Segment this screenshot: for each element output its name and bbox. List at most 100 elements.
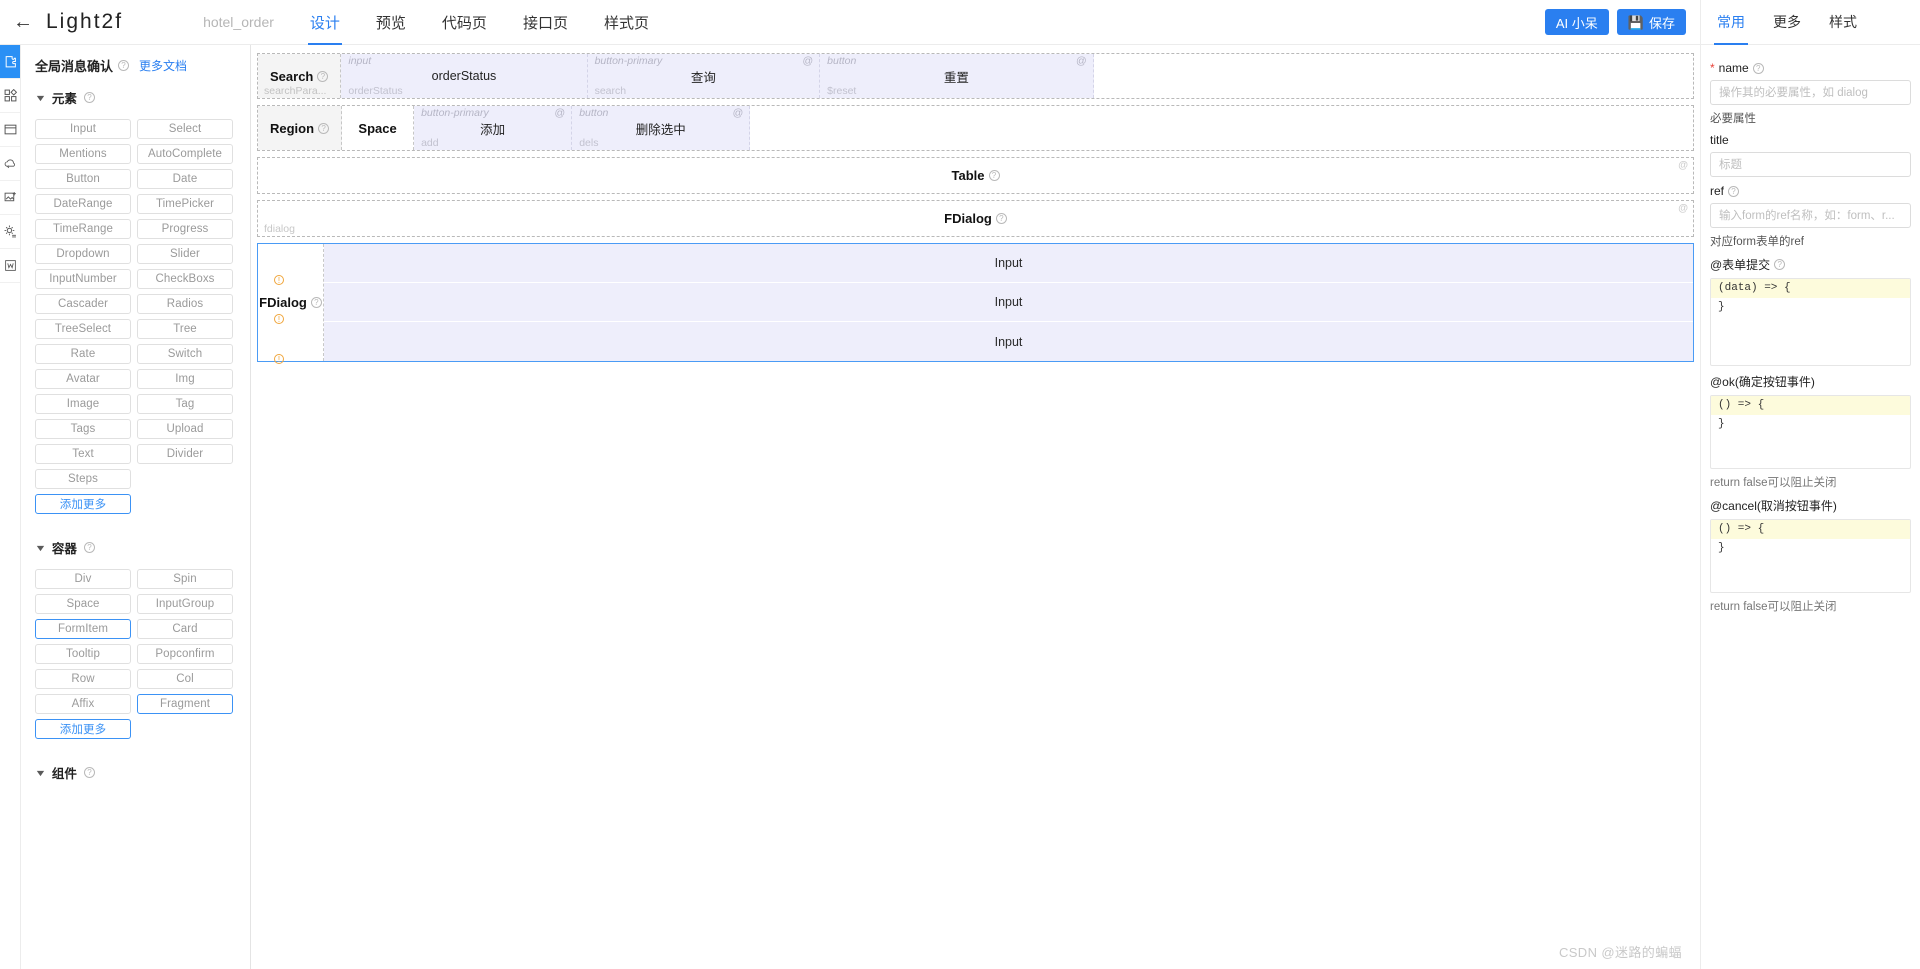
rail-item-word[interactable] <box>0 249 20 283</box>
rp-tab-common[interactable]: 常用 <box>1714 0 1748 45</box>
chip-inputgroup[interactable]: InputGroup <box>137 594 233 614</box>
chip-tree[interactable]: Tree <box>137 319 233 339</box>
fdialog-row[interactable]: ! Input <box>274 322 1693 364</box>
chip-divider[interactable]: Divider <box>137 444 233 464</box>
code-editor-cancel[interactable]: () => { } <box>1710 519 1911 593</box>
chip-treeselect[interactable]: TreeSelect <box>35 319 131 339</box>
chip-progress[interactable]: Progress <box>137 219 233 239</box>
tab-preview[interactable]: 预览 <box>376 0 406 45</box>
help-icon[interactable]: ? <box>1752 62 1764 74</box>
rp-tab-style[interactable]: 样式 <box>1829 0 1857 45</box>
help-icon[interactable]: ? <box>995 213 1007 224</box>
back-arrow-icon[interactable]: ← <box>0 12 46 32</box>
canvas-block-table[interactable]: Table ? @ <box>257 157 1694 194</box>
chip-tags[interactable]: Tags <box>35 419 131 439</box>
search-slot-input[interactable]: input orderStatus orderStatus <box>341 54 588 98</box>
ai-assistant-button[interactable]: AI 小呆 <box>1544 9 1609 35</box>
chip-tag[interactable]: Tag <box>137 394 233 414</box>
tab-code-page[interactable]: 代码页 <box>442 0 487 45</box>
chip-row[interactable]: Row <box>35 669 131 689</box>
fdialog-row[interactable]: ! Input <box>274 244 1693 285</box>
tab-api-page[interactable]: 接口页 <box>523 0 568 45</box>
chip-select[interactable]: Select <box>137 119 233 139</box>
canvas-block-fdialog[interactable]: FDialog ? @ fdialog <box>257 200 1694 237</box>
help-icon[interactable]: ? <box>1728 185 1740 197</box>
section-header-elements[interactable]: ▼ 元素 ? <box>34 88 240 107</box>
chip-img[interactable]: Img <box>137 369 233 389</box>
region-slot-delete-button[interactable]: button @ 删除选中 dels <box>572 106 751 150</box>
help-icon[interactable]: ? <box>988 170 1000 181</box>
chip-date[interactable]: Date <box>137 169 233 189</box>
rail-item-settings[interactable] <box>0 215 20 249</box>
canvas-block-region[interactable]: Region ? Space button-primary @ 添加 add b… <box>257 105 1694 151</box>
chip-switch[interactable]: Switch <box>137 344 233 364</box>
rp-tab-more[interactable]: 更多 <box>1773 0 1801 45</box>
chip-fragment[interactable]: Fragment <box>137 694 233 714</box>
rail-item-components[interactable] <box>0 79 20 113</box>
help-icon[interactable]: ? <box>318 122 330 134</box>
canvas-block-search[interactable]: Search ? searchPara... input orderStatus… <box>257 53 1694 99</box>
chip-space[interactable]: Space <box>35 594 131 614</box>
name-field[interactable] <box>1710 80 1911 105</box>
chip-avatar[interactable]: Avatar <box>35 369 131 389</box>
help-icon[interactable]: ? <box>118 60 130 71</box>
tab-design[interactable]: 设计 <box>307 0 342 45</box>
search-slot-empty[interactable] <box>1093 54 1693 98</box>
chip-formitem[interactable]: FormItem <box>35 619 131 639</box>
title-field[interactable] <box>1710 152 1911 177</box>
design-canvas[interactable]: Search ? searchPara... input orderStatus… <box>251 45 1700 969</box>
search-slot-query-button[interactable]: button-primary @ 查询 search <box>587 54 821 98</box>
canvas-block-fdialog-selected[interactable]: FDialog ? ! Input ! Input ! Input <box>257 243 1694 364</box>
chip-spin[interactable]: Spin <box>137 569 233 589</box>
chip-image[interactable]: Image <box>35 394 131 414</box>
chip-mentions[interactable]: Mentions <box>35 144 131 164</box>
code-editor-submit[interactable]: (data) => { } <box>1710 278 1911 366</box>
chip-radios[interactable]: Radios <box>137 294 233 314</box>
region-space-label[interactable]: Space <box>342 106 415 150</box>
save-button[interactable]: 💾 保存 <box>1616 9 1686 35</box>
region-slot-empty[interactable] <box>750 106 1693 150</box>
chip-rate[interactable]: Rate <box>35 344 131 364</box>
tab-style-page[interactable]: 样式页 <box>604 0 649 45</box>
chip-upload[interactable]: Upload <box>137 419 233 439</box>
chip-cascader[interactable]: Cascader <box>35 294 131 314</box>
help-icon[interactable]: ? <box>1774 259 1786 270</box>
chip-div[interactable]: Div <box>35 569 131 589</box>
chip-col[interactable]: Col <box>137 669 233 689</box>
chip-autocomplete[interactable]: AutoComplete <box>137 144 233 164</box>
more-docs-link[interactable]: 更多文档 <box>139 57 187 74</box>
rail-item-window[interactable] <box>0 113 20 147</box>
add-more-containers-button[interactable]: 添加更多 <box>35 719 131 739</box>
fdialog-row[interactable]: ! Input <box>274 283 1693 324</box>
chip-affix[interactable]: Affix <box>35 694 131 714</box>
chip-tooltip[interactable]: Tooltip <box>35 644 131 664</box>
help-icon[interactable]: ? <box>83 92 95 103</box>
chip-slider[interactable]: Slider <box>137 244 233 264</box>
add-more-elements-button[interactable]: 添加更多 <box>35 494 131 514</box>
code-editor-ok[interactable]: () => { } <box>1710 395 1911 469</box>
rail-item-api[interactable] <box>0 147 20 181</box>
help-icon[interactable]: ? <box>83 542 95 553</box>
section-header-widgets[interactable]: ▼ 组件 ? <box>34 763 240 782</box>
chip-button[interactable]: Button <box>35 169 131 189</box>
chip-timerange[interactable]: TimeRange <box>35 219 131 239</box>
chip-text[interactable]: Text <box>35 444 131 464</box>
help-icon[interactable]: ? <box>317 70 329 82</box>
chip-steps[interactable]: Steps <box>35 469 131 489</box>
region-slot-add-button[interactable]: button-primary @ 添加 add <box>414 106 573 150</box>
chip-popconfirm[interactable]: Popconfirm <box>137 644 233 664</box>
chip-inputnumber[interactable]: InputNumber <box>35 269 131 289</box>
rail-item-image-add[interactable] <box>0 181 20 215</box>
rail-item-puzzle[interactable] <box>0 45 20 79</box>
help-icon[interactable]: ? <box>83 767 95 778</box>
chip-checkboxs[interactable]: CheckBoxs <box>137 269 233 289</box>
chip-timepicker[interactable]: TimePicker <box>137 194 233 214</box>
chip-daterange[interactable]: DateRange <box>35 194 131 214</box>
ref-field[interactable] <box>1710 203 1911 228</box>
chip-card[interactable]: Card <box>137 619 233 639</box>
chip-dropdown[interactable]: Dropdown <box>35 244 131 264</box>
search-slot-reset-button[interactable]: button @ 重置 $reset <box>820 54 1094 98</box>
section-header-containers[interactable]: ▼ 容器 ? <box>34 538 240 557</box>
help-icon[interactable]: ? <box>310 297 322 308</box>
chip-input[interactable]: Input <box>35 119 131 139</box>
